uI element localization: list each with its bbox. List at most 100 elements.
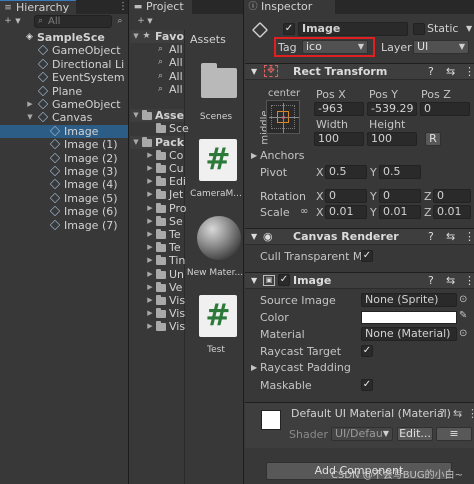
project-tree-item[interactable]: ▶ Vis <box>130 294 185 307</box>
chevron-right-icon[interactable]: ▶ <box>146 294 154 307</box>
project-tree-item[interactable]: ▶ Se <box>130 215 184 228</box>
component-menu-icon[interactable]: ⋮ <box>464 229 474 244</box>
chevron-right-icon[interactable]: ▶ <box>146 202 154 215</box>
hierarchy-item[interactable]: ▼◈SampleSce <box>0 31 128 44</box>
chevron-right-icon[interactable]: ▶ <box>146 175 154 188</box>
anchor-preset-button[interactable] <box>266 100 300 134</box>
object-name-field[interactable]: Image <box>298 22 408 36</box>
image-component-header[interactable]: ▼ ▣ ✓ Image ? ⇆ ⋮ <box>245 272 474 289</box>
project-tree-item[interactable]: Sce <box>130 122 189 135</box>
maskable-checkbox[interactable]: ✓ <box>361 379 373 391</box>
project-tree-item[interactable]: ⌕ All <box>130 70 184 83</box>
static-dropdown-icon[interactable]: ▼ <box>466 24 472 33</box>
hierarchy-menu-icon[interactable]: ⋮ <box>118 0 128 14</box>
scale-x-field[interactable]: 0.01 <box>325 205 367 219</box>
project-tree-item[interactable]: ▼ Pack <box>130 135 184 149</box>
hierarchy-item[interactable]: Image (4) <box>0 178 128 191</box>
color-swatch[interactable] <box>361 311 457 324</box>
hierarchy-item[interactable]: Image (1) <box>0 138 128 151</box>
chevron-right-icon[interactable]: ▶ <box>146 307 154 320</box>
scale-z-field[interactable]: 0.01 <box>433 205 471 219</box>
canvas-renderer-header[interactable]: ▼ ◉ Canvas Renderer ? ⇆ ⋮ <box>245 228 474 245</box>
project-tree-item[interactable]: ▶ Vis <box>130 307 185 320</box>
object-picker-icon[interactable]: ⊙ <box>459 294 467 305</box>
rot-y-field[interactable]: 0 <box>379 189 421 203</box>
project-tree-item[interactable]: ▶ Edi <box>130 175 186 188</box>
chevron-down-icon[interactable]: ▼ <box>26 111 34 124</box>
pos-y-field[interactable]: -539.29 <box>367 102 417 116</box>
hierarchy-item[interactable]: Image (2) <box>0 152 128 165</box>
chevron-right-icon[interactable]: ▶ <box>146 254 154 267</box>
chevron-right-icon[interactable]: ▶ <box>251 363 257 372</box>
object-picker-icon[interactable]: ⊙ <box>459 328 467 339</box>
rot-z-field[interactable]: 0 <box>433 189 471 203</box>
project-tree-item[interactable]: ▶ Te <box>130 228 184 241</box>
active-checkbox[interactable]: ✓ <box>283 23 295 35</box>
chevron-right-icon[interactable]: ▶ <box>146 281 154 294</box>
rot-x-field[interactable]: 0 <box>325 189 367 203</box>
chevron-right-icon[interactable]: ▶ <box>146 188 154 201</box>
height-field[interactable]: 100 <box>367 132 417 146</box>
cull-transparent-checkbox[interactable]: ✓ <box>361 250 373 262</box>
component-menu-icon[interactable]: ⋮ <box>464 64 474 79</box>
help-icon[interactable]: ? <box>428 64 434 79</box>
chevron-down-icon[interactable]: ▼ <box>13 16 23 26</box>
hierarchy-item[interactable]: GameObject <box>0 44 128 57</box>
chevron-right-icon[interactable]: ▶ <box>146 149 154 162</box>
preset-icon[interactable]: ⇆ <box>446 273 455 288</box>
static-checkbox[interactable] <box>413 23 425 35</box>
preset-icon[interactable]: ⇆ <box>453 407 462 420</box>
hierarchy-item[interactable]: ▶ GameObject <box>0 98 128 111</box>
pos-z-field[interactable]: 0 <box>420 102 470 116</box>
project-tree-item[interactable]: ⌕ All <box>130 56 184 69</box>
project-tree-item[interactable]: ▶ Te <box>130 241 184 254</box>
chevron-right-icon[interactable]: ▶ <box>146 162 154 175</box>
project-tree-item[interactable]: ▶ Ve <box>130 281 184 294</box>
project-tree-item[interactable]: ▶ Vis <box>130 320 185 333</box>
hierarchy-item[interactable]: Image (7) <box>0 219 128 232</box>
preset-icon[interactable]: ⇆ <box>446 64 455 79</box>
help-icon[interactable]: ? <box>439 407 445 420</box>
chevron-down-icon[interactable]: ▼ <box>132 136 140 149</box>
component-menu-icon[interactable]: ⋮ <box>467 407 474 420</box>
shader-dropdown[interactable]: UI/Defau ▼ <box>331 427 393 441</box>
project-tree-item[interactable]: ▶ Jet <box>130 188 184 201</box>
search-filter-icon[interactable]: ⌕ <box>115 16 125 26</box>
chevron-right-icon[interactable]: ▶ <box>146 268 154 281</box>
asset-new-material[interactable]: New Mater... <box>186 214 243 280</box>
asset-scenes[interactable]: Scenes <box>189 62 243 124</box>
image-enabled-checkbox[interactable]: ✓ <box>278 274 290 286</box>
scale-y-field[interactable]: 0.01 <box>379 205 421 219</box>
project-tree-item[interactable]: ▼ ★ Favo <box>130 30 184 43</box>
project-tree-item[interactable]: ▶ Cu <box>130 162 184 175</box>
help-icon[interactable]: ? <box>428 273 434 288</box>
asset-test-script[interactable]: # Test <box>189 292 243 358</box>
hierarchy-item[interactable]: Directional Li <box>0 58 128 71</box>
chevron-down-icon[interactable]: ▼ <box>145 16 155 26</box>
help-icon[interactable]: ? <box>428 229 434 244</box>
inspector-tab[interactable]: ⓘ Inspector <box>245 0 335 14</box>
hierarchy-tab[interactable]: ≡ Hierarchy <box>0 0 76 14</box>
project-tree-item[interactable]: ▶ Co <box>130 149 184 162</box>
project-tree-item[interactable]: ▶ Un <box>130 268 184 281</box>
asset-camera-script[interactable]: # CameraM... <box>189 136 243 202</box>
rect-transform-header[interactable]: ▼ ✥ Rect Transform ? ⇆ ⋮ <box>245 63 474 80</box>
chevron-right-icon[interactable]: ▶ <box>26 98 34 111</box>
chevron-down-icon[interactable]: ▼ <box>132 109 140 122</box>
tag-dropdown[interactable]: ico ▼ <box>302 40 368 54</box>
hierarchy-item[interactable]: EventSystem <box>0 71 128 84</box>
hierarchy-item[interactable]: Image (3) <box>0 165 128 178</box>
project-tree-item[interactable]: ▶ Pro <box>130 202 186 215</box>
add-icon[interactable]: + <box>3 16 13 26</box>
raw-edit-button[interactable]: R <box>425 132 441 146</box>
link-icon[interactable]: ∞ <box>300 206 308 217</box>
project-tree-item[interactable]: ⌕ All <box>130 83 184 96</box>
hierarchy-item[interactable]: Plane <box>0 85 128 98</box>
chevron-right-icon[interactable]: ▶ <box>146 215 154 228</box>
hierarchy-item[interactable]: ▼ Canvas <box>0 111 128 124</box>
hierarchy-item[interactable]: Image (5) <box>0 192 128 205</box>
chevron-right-icon[interactable]: ▶ <box>146 320 154 333</box>
shader-list-button[interactable]: ≡ <box>436 427 472 441</box>
pos-x-field[interactable]: -963 <box>314 102 364 116</box>
chevron-down-icon[interactable]: ▼ <box>132 30 140 43</box>
